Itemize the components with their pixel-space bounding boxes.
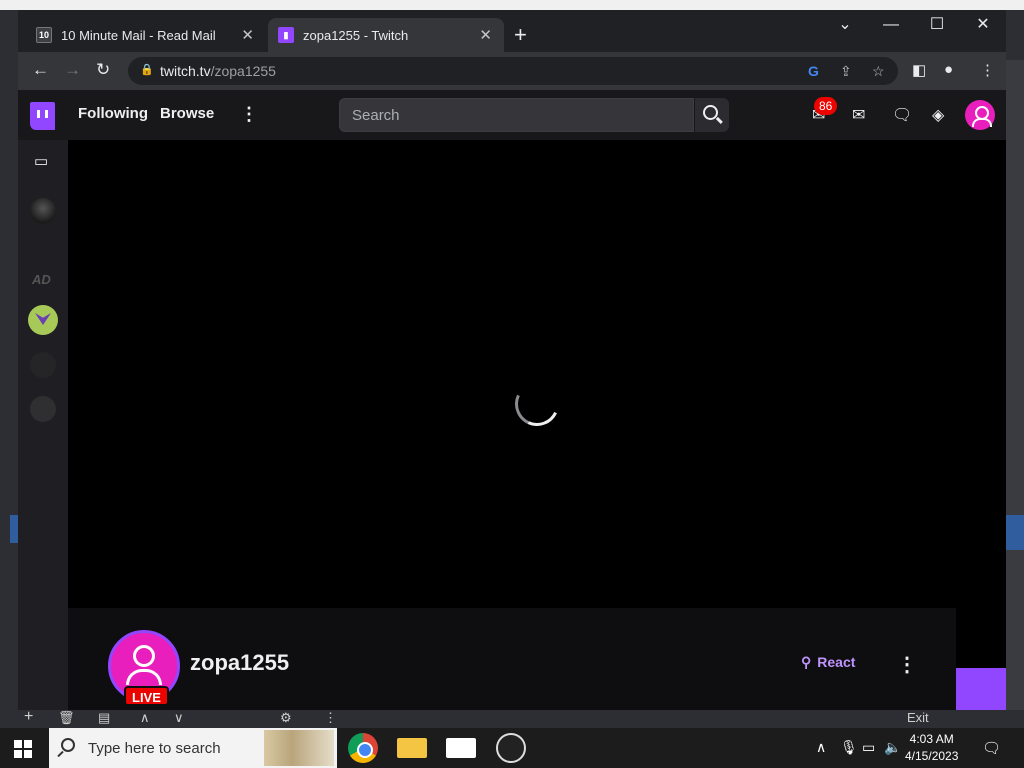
search-field[interactable] — [339, 98, 694, 132]
url-host: twitch.tv — [160, 63, 211, 79]
url-field[interactable]: 🔒 twitch.tv/zopa1255 G ⇪ ☆ — [128, 57, 898, 85]
followed-channels-sidebar: ▭ AD — [18, 140, 68, 710]
twitch-favicon: ▮ — [278, 27, 294, 43]
chrome-menu-icon[interactable]: ⋮ — [980, 61, 995, 79]
nav-browse[interactable]: Browse — [160, 105, 214, 122]
system-clock[interactable]: 4:03 AM 4/15/2023 — [905, 731, 958, 765]
network-icon[interactable]: ▭ — [862, 739, 875, 756]
channel-more-options-icon[interactable]: ⋮ — [897, 652, 917, 677]
windows-start-icon[interactable] — [14, 740, 32, 758]
settings-icon[interactable]: ⚙ — [280, 710, 292, 726]
browser-window: 10 10 Minute Mail - Read Mail ✕ ▮ zopa12… — [18, 10, 1006, 710]
move-down-icon[interactable]: ∨ — [174, 710, 184, 726]
chrome-taskbar-icon[interactable] — [348, 733, 378, 763]
address-bar: ← → ↻ 🔒 twitch.tv/zopa1255 G ⇪ ☆ ◧ ● ⋮ — [18, 52, 1006, 90]
channel-avatar[interactable] — [30, 396, 56, 422]
chat-panel-edge — [956, 668, 1006, 710]
close-window-icon[interactable]: ✕ — [960, 14, 1006, 36]
clock-date: 4/15/2023 — [905, 749, 959, 763]
loading-spinner-icon — [508, 375, 566, 433]
show-hidden-icons-icon[interactable]: ∧ — [816, 739, 826, 756]
nav-following[interactable]: Following — [78, 105, 148, 122]
tab-title: zopa1255 - Twitch — [303, 27, 409, 43]
add-icon[interactable]: + — [24, 708, 33, 726]
bookmark-star-icon[interactable]: ☆ — [872, 63, 885, 80]
search-button[interactable] — [695, 98, 729, 132]
trash-icon[interactable]: 🗑 — [58, 710, 75, 726]
tab-10-minute-mail[interactable]: 10 10 Minute Mail - Read Mail ✕ — [26, 18, 266, 52]
search-input[interactable] — [340, 99, 693, 131]
video-player[interactable] — [68, 140, 1006, 608]
user-avatar[interactable] — [965, 100, 995, 130]
clock-time: 4:03 AM — [909, 732, 954, 746]
volume-icon[interactable]: 🔈 — [884, 739, 901, 756]
obs-left-highlight — [10, 515, 18, 543]
minimize-icon[interactable]: — — [868, 14, 914, 36]
file-explorer-icon[interactable] — [397, 738, 427, 758]
tab-title: 10 Minute Mail - Read Mail — [61, 27, 216, 43]
react-label: React — [817, 654, 856, 670]
move-up-icon[interactable]: ∧ — [140, 710, 150, 726]
windows-taskbar: Type here to search ∧ 🎙 ▭ 🔈 4:03 AM 4/15… — [0, 728, 1024, 768]
close-tab-icon[interactable]: ✕ — [479, 26, 492, 44]
tab-twitch[interactable]: ▮ zopa1255 - Twitch ✕ — [268, 18, 504, 52]
search-icon — [61, 738, 75, 752]
channel-avatar-logo[interactable]: AD — [32, 272, 51, 287]
channel-name[interactable]: zopa1255 — [190, 650, 289, 676]
channel-avatar[interactable] — [30, 352, 56, 378]
react-icon: ⚲ — [801, 654, 812, 670]
taskbar-search-placeholder: Type here to search — [88, 740, 221, 757]
bits-icon[interactable]: ◈ — [932, 105, 944, 125]
tab-bar: 10 10 Minute Mail - Read Mail ✕ ▮ zopa12… — [18, 10, 1006, 52]
mail-icon[interactable] — [446, 738, 476, 758]
obs-taskbar-icon[interactable] — [496, 733, 526, 763]
10-minute-mail-favicon: 10 — [36, 27, 52, 43]
obs-toolbar: + 🗑 ▤ ∧ ∨ ⚙ ⋮ Exit — [18, 708, 1024, 728]
share-icon[interactable]: ⇪ — [840, 63, 852, 80]
exit-button[interactable]: Exit — [907, 710, 929, 725]
obs-right-panel — [1006, 60, 1024, 710]
chat-bubble-icon[interactable]: 🗨 — [892, 105, 912, 125]
channel-avatar[interactable] — [30, 198, 56, 224]
filter-icon[interactable]: ▤ — [98, 710, 110, 726]
profile-icon[interactable]: ● — [944, 61, 953, 78]
whispers-mail-icon[interactable]: ✉ — [852, 105, 865, 125]
close-tab-icon[interactable]: ✕ — [241, 26, 254, 44]
channel-info-bar: LIVE zopa1255 ⚲ React ⋮ — [68, 608, 956, 710]
live-badge: LIVE — [124, 686, 169, 706]
react-button[interactable]: ⚲ React — [801, 654, 855, 671]
google-icon[interactable]: G — [808, 63, 819, 79]
notification-center-icon[interactable]: 🗨 — [982, 739, 1001, 757]
more-icon[interactable]: ⋮ — [324, 710, 337, 726]
channel-avatar[interactable] — [28, 305, 58, 335]
url-path: /zopa1255 — [210, 63, 276, 79]
microphone-icon[interactable]: 🎙 — [840, 739, 858, 756]
reload-icon[interactable]: ↻ — [96, 60, 110, 80]
tab-search-icon[interactable]: ⌄ — [822, 14, 868, 36]
back-icon[interactable]: ← — [32, 60, 49, 80]
top-strip — [0, 0, 1024, 10]
twitch-header: Following Browse ⋮ ✉ 86 ✉ 🗨 ◈ — [18, 90, 1006, 140]
twitch-logo-icon[interactable] — [30, 102, 55, 130]
video-camera-icon[interactable]: ▭ — [34, 152, 48, 170]
side-panel-icon[interactable]: ◧ — [912, 61, 926, 79]
more-options-icon[interactable]: ⋮ — [240, 104, 258, 125]
notification-badge: 86 — [814, 97, 838, 115]
taskbar-search[interactable]: Type here to search — [49, 728, 337, 768]
lock-icon[interactable]: 🔒 — [140, 63, 154, 76]
search-highlight-image — [264, 730, 334, 766]
new-tab-icon[interactable]: + — [514, 22, 527, 48]
maximize-icon[interactable]: ☐ — [914, 14, 960, 36]
forward-icon[interactable]: → — [64, 60, 81, 80]
